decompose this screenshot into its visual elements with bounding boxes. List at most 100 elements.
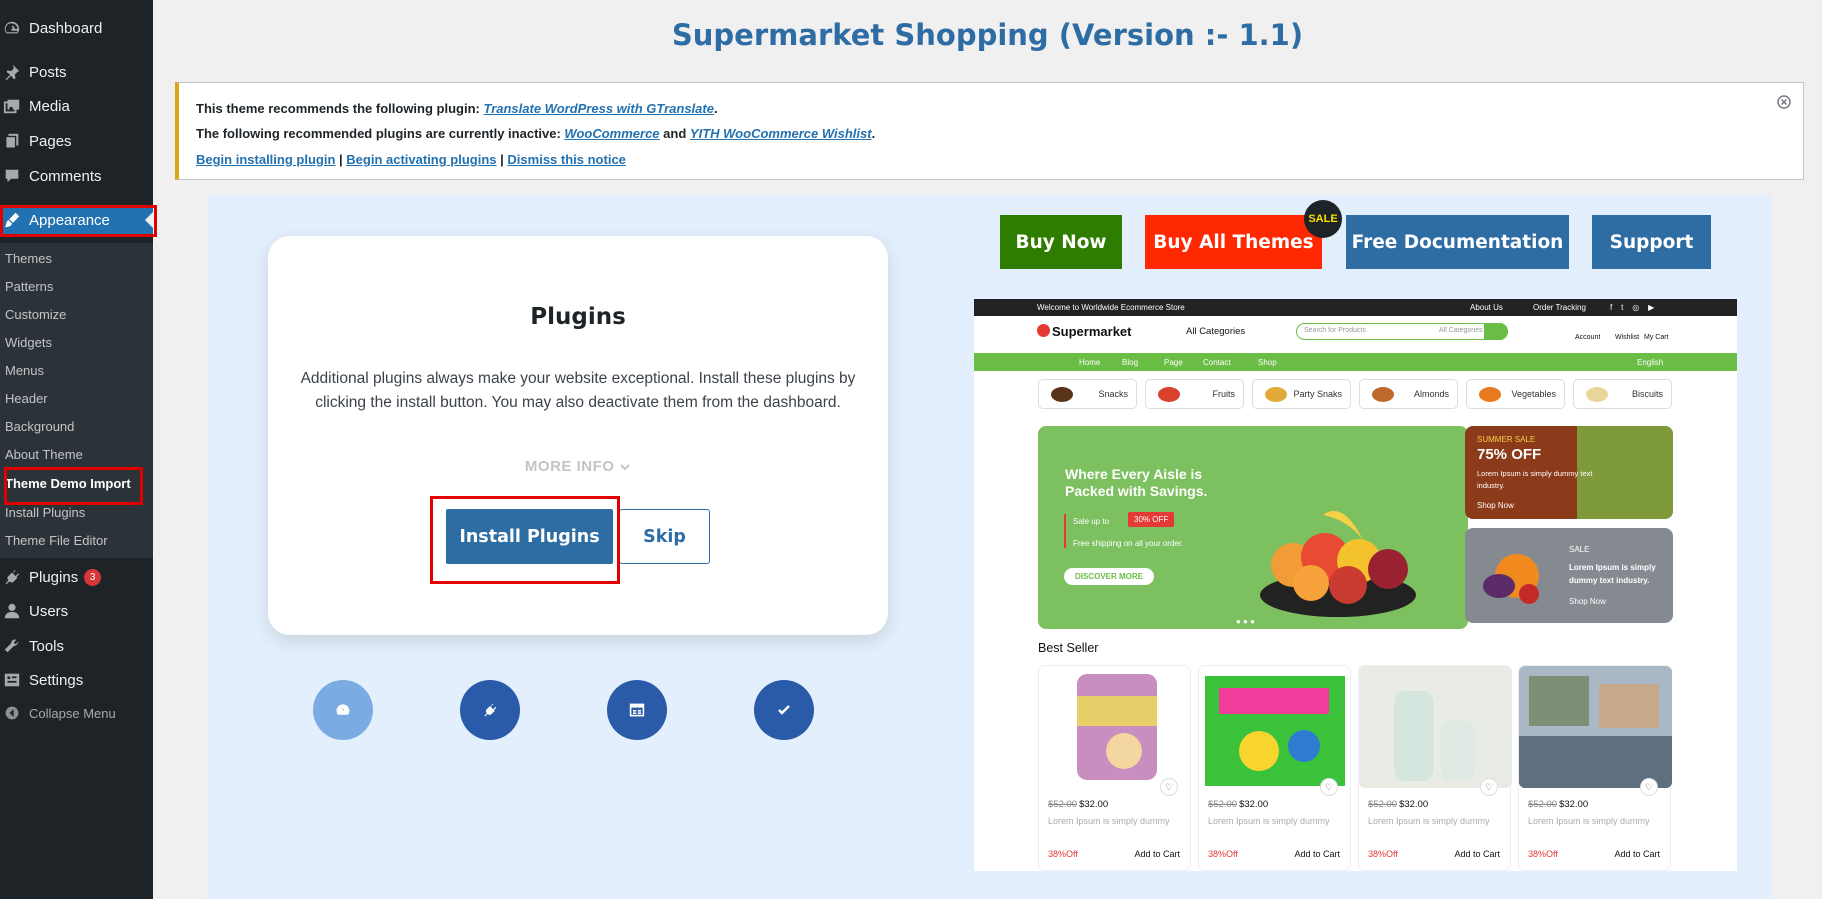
submenu-background[interactable]: Background: [5, 419, 74, 434]
notice-actions: Begin installing plugin | Begin activati…: [196, 152, 626, 167]
category-label: Snacks: [1098, 389, 1128, 399]
preview-search: Search for Products All Categories: [1296, 323, 1508, 340]
gtranslate-link[interactable]: Translate WordPress with GTranslate: [483, 101, 713, 116]
best-seller-heading: Best Seller: [1038, 641, 1099, 655]
appearance-submenu: Themes Patterns Customize Widgets Menus …: [0, 243, 153, 558]
step-layout[interactable]: [607, 680, 667, 740]
dashboard-icon: [335, 702, 351, 718]
menu-plugins[interactable]: Plugins 3: [0, 565, 153, 589]
product-desc: Lorem Ipsum is simply dummy: [1528, 816, 1650, 826]
preview-nav-contact: Contact: [1203, 358, 1231, 367]
menu-dashboard[interactable]: Dashboard: [0, 16, 153, 40]
menu-plugins-label: Plugins: [29, 568, 79, 586]
chevron-down-icon: [619, 462, 631, 472]
preview-navbar: Home Blog Page Contact Shop English: [974, 353, 1737, 371]
plug-icon: [482, 702, 498, 718]
product-card: ♡ $52.00 $32.00 Lorem Ipsum is simply dum…: [1358, 665, 1512, 871]
preview-category: Party Snaks: [1252, 379, 1351, 409]
dashboard-icon: [2, 18, 22, 38]
menu-tools[interactable]: Tools: [0, 634, 153, 658]
product-discount: 38%Off: [1048, 849, 1078, 859]
skip-button[interactable]: Skip: [619, 509, 710, 564]
buy-all-themes-button[interactable]: Buy All Themes: [1145, 215, 1322, 269]
product-price: $52.00 $32.00: [1208, 799, 1268, 810]
biscuits-image: [1586, 387, 1608, 402]
dismiss-notice-link[interactable]: Dismiss this notice: [507, 152, 625, 167]
wrench-icon: [2, 636, 22, 656]
support-button[interactable]: Support: [1592, 215, 1711, 269]
woocommerce-link[interactable]: WooCommerce: [564, 126, 659, 141]
preview-topbar: Welcome to Worldwide Ecommerce Store Abo…: [974, 299, 1737, 316]
product-card: ♡ $52.00 $32.00 Lorem Ipsum is simply dum…: [1518, 665, 1672, 871]
add-to-cart: Add to Cart: [1614, 849, 1660, 859]
step-finish[interactable]: [754, 680, 814, 740]
yith-wishlist-link[interactable]: YITH WooCommerce Wishlist: [690, 126, 872, 141]
separator: |: [339, 152, 343, 167]
almonds-image: [1372, 387, 1394, 402]
menu-pages-label: Pages: [29, 132, 72, 150]
submenu-themes[interactable]: Themes: [5, 251, 52, 266]
banner-sale: Sale up to: [1073, 517, 1110, 526]
notice-line-2: The following recommended plugins are cu…: [196, 126, 875, 141]
more-info-toggle[interactable]: MORE INFO: [268, 458, 888, 475]
add-to-cart: Add to Cart: [1134, 849, 1180, 859]
notice-and: and: [663, 126, 687, 141]
submenu-patterns[interactable]: Patterns: [5, 279, 53, 294]
menu-users[interactable]: Users: [0, 599, 153, 623]
submenu-widgets[interactable]: Widgets: [5, 335, 52, 350]
plug-icon: [2, 567, 22, 587]
menu-settings[interactable]: Settings: [0, 668, 153, 692]
plugins-update-badge: 3: [84, 568, 102, 586]
theme-preview-image: Welcome to Worldwide Ecommerce Store Abo…: [974, 299, 1737, 871]
preview-tracking: Order Tracking: [1533, 303, 1586, 312]
banner-shipping: Free shipping on all your order.: [1073, 539, 1184, 548]
settings-icon: [2, 670, 22, 690]
begin-installing-link[interactable]: Begin installing plugin: [196, 152, 335, 167]
begin-activating-link[interactable]: Begin activating plugins: [346, 152, 496, 167]
free-documentation-button[interactable]: Free Documentation: [1346, 215, 1569, 269]
product-card: ♡ $52.00 $32.00 Lorem Ipsum is simply dum…: [1038, 665, 1191, 871]
menu-tools-label: Tools: [29, 637, 65, 655]
menu-comments[interactable]: Comments: [0, 164, 153, 188]
submenu-header[interactable]: Header: [5, 391, 48, 406]
preview-category: Fruits: [1145, 379, 1244, 409]
step-plugins[interactable]: [460, 680, 520, 740]
user-icon: [2, 601, 22, 621]
menu-posts[interactable]: Posts: [0, 60, 153, 84]
product-discount: 38%Off: [1528, 849, 1558, 859]
old-price: $52.00: [1528, 799, 1558, 810]
vegetables-image: [1479, 387, 1501, 402]
step-dashboard[interactable]: [313, 680, 373, 740]
collapse-menu-button[interactable]: Collapse Menu: [0, 701, 153, 725]
product-price: $52.00 $32.00: [1048, 799, 1108, 810]
category-label: Biscuits: [1631, 389, 1663, 399]
submenu-customize[interactable]: Customize: [5, 307, 66, 322]
plugin-notice: This theme recommends the following plug…: [175, 82, 1804, 180]
product-card: ♡ $52.00 $32.00 Lorem Ipsum is simply dum…: [1198, 665, 1351, 871]
menu-pages[interactable]: Pages: [0, 129, 153, 153]
preview-language: English: [1637, 358, 1664, 367]
submenu-theme-file-editor[interactable]: Theme File Editor: [5, 533, 108, 548]
new-price: $32.00: [1239, 799, 1269, 810]
admin-sidebar: Dashboard Posts Media Pages Comments App…: [0, 0, 157, 899]
buy-now-button[interactable]: Buy Now: [1000, 215, 1122, 269]
submenu-menus[interactable]: Menus: [5, 363, 44, 378]
preview-nav-shop: Shop: [1258, 358, 1277, 367]
submenu-install-plugins[interactable]: Install Plugins: [5, 505, 85, 520]
heart-icon: ♡: [1160, 778, 1178, 796]
menu-media[interactable]: Media: [0, 94, 153, 118]
preview-welcome: Welcome to Worldwide Ecommerce Store: [1037, 303, 1185, 312]
banner-sale-badge: 30% OFF: [1128, 512, 1175, 527]
close-icon[interactable]: [1777, 95, 1791, 109]
product-desc: Lorem Ipsum is simply dummy: [1048, 816, 1170, 826]
promo2-text: Lorem Ipsum is simply dummy text industr…: [1569, 563, 1656, 585]
highlight-box-install: [430, 496, 620, 584]
separator: |: [500, 152, 504, 167]
new-price: $32.00: [1079, 799, 1109, 810]
submenu-about-theme[interactable]: About Theme: [5, 447, 83, 462]
add-to-cart: Add to Cart: [1454, 849, 1500, 859]
fruits-image: [1158, 387, 1180, 402]
banner-title: Where Every Aisle is Packed with Savings…: [1065, 466, 1208, 499]
snacks-image: [1051, 387, 1073, 402]
sale-badge: SALE: [1304, 200, 1342, 238]
